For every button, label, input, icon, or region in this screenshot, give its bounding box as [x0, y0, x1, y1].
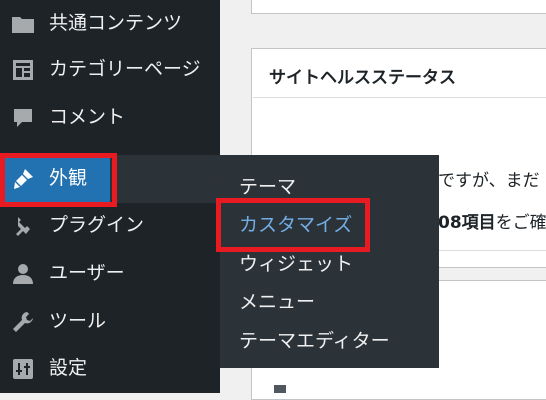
sidebar-item-label: カテゴリーページ — [49, 58, 201, 80]
submenu-item-widgets[interactable]: ウィジェット — [239, 251, 353, 277]
sidebar-item-appearance[interactable]: 外観 — [0, 155, 110, 203]
sidebar-item-tools[interactable]: ツール — [0, 298, 220, 346]
sidebar-item-label: 外観 — [49, 167, 88, 189]
submenu-item-theme-editor[interactable]: テーマエディター — [239, 328, 390, 354]
sidebar-item-label: コメント — [49, 106, 126, 128]
plugin-icon — [11, 214, 35, 238]
settings-icon — [11, 357, 35, 381]
widget-item-icon — [274, 385, 286, 393]
flyout-pointer — [210, 173, 220, 193]
sidebar-item-category-page[interactable]: カテゴリーページ — [0, 46, 220, 94]
dashboard-widget-top — [251, 0, 546, 14]
layout-icon — [11, 58, 35, 82]
sidebar-item-settings[interactable]: 設定 — [0, 345, 220, 393]
user-icon — [11, 262, 35, 286]
sidebar-item-label: 設定 — [49, 357, 88, 379]
submenu-item-menus[interactable]: メニュー — [239, 289, 315, 315]
sidebar-item-common-content[interactable]: 共通コンテンツ — [0, 0, 220, 48]
appearance-submenu: テーマ カスタマイズ ウィジェット メニュー テーマエディター — [220, 155, 439, 368]
sidebar-item-label: ユーザー — [49, 262, 125, 284]
sidebar-item-label: ツール — [49, 310, 107, 332]
submenu-item-themes[interactable]: テーマ — [239, 174, 296, 200]
sidebar-item-label: プラグイン — [49, 214, 145, 236]
site-health-item-count: 08項目 — [438, 213, 496, 233]
site-health-text-line2: 08項目をご確 — [438, 208, 546, 233]
folder-icon — [11, 12, 35, 36]
wrench-icon — [11, 310, 35, 334]
site-health-text-line1: ですが、まだ — [438, 171, 540, 191]
site-health-title: サイトヘルスステータス — [269, 68, 456, 88]
sidebar-item-label: 共通コンテンツ — [49, 12, 183, 34]
brush-icon — [11, 167, 35, 191]
sidebar-item-comments[interactable]: コメント — [0, 94, 220, 142]
submenu-item-customize[interactable]: カスタマイズ — [239, 212, 352, 238]
sidebar-item-users[interactable]: ユーザー — [0, 250, 220, 298]
widget-header-divider — [253, 97, 546, 98]
comment-icon — [11, 106, 35, 130]
sidebar-item-plugins[interactable]: プラグイン — [0, 202, 220, 250]
site-health-text-rest: をご確 — [495, 213, 546, 233]
